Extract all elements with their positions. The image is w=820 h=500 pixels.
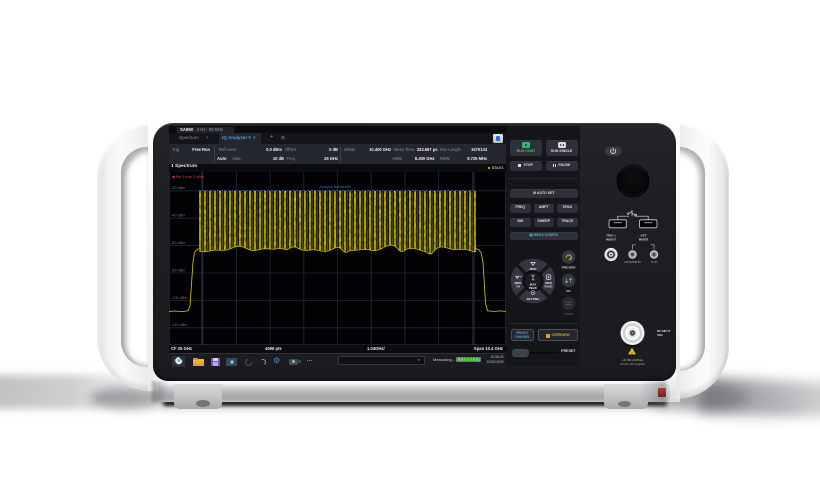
- svg-text:IN/OUT: IN/OUT: [606, 238, 616, 242]
- svg-text:MIXER: MIXER: [639, 238, 649, 242]
- svg-text:-100 dBm: -100 dBm: [171, 296, 187, 300]
- svg-text:50Ω: 50Ω: [657, 333, 663, 337]
- svg-text:I/O: I/O: [566, 289, 571, 293]
- svg-text:◀ Ref Level 0 dBm: ◀ Ref Level 0 dBm: [172, 174, 205, 179]
- svg-text:-20 dBm: -20 dBm: [171, 186, 185, 190]
- svg-text:IF IN: IF IN: [651, 260, 657, 264]
- svg-text:Analysis Bandwidth: Analysis Bandwidth: [319, 185, 350, 189]
- svg-text:FUNC: FUNC: [544, 284, 553, 288]
- svg-text:TO: TO: [516, 284, 521, 288]
- svg-text:LO OUT/IF IN: LO OUT/IF IN: [625, 260, 641, 264]
- svg-text:-60 dBm: -60 dBm: [171, 241, 185, 245]
- svg-text:!: !: [631, 350, 632, 355]
- svg-text:+30 dBm(1W)Max: +30 dBm(1W)Max: [622, 358, 644, 362]
- svg-text:LINES: LINES: [564, 312, 573, 316]
- svg-text:MKR: MKR: [530, 267, 538, 271]
- svg-text:PEAK: PEAK: [529, 286, 538, 290]
- svg-text:TRIGGER: TRIGGER: [561, 265, 576, 269]
- svg-text:-120 dBm: -120 dBm: [171, 323, 187, 327]
- svg-text:0V DC, DC Coupled: 0V DC, DC Coupled: [620, 362, 645, 366]
- svg-text:SETTING: SETTING: [526, 297, 540, 301]
- svg-text:-80 dBm: -80 dBm: [171, 268, 185, 272]
- svg-text:-40 dBm: -40 dBm: [171, 214, 185, 218]
